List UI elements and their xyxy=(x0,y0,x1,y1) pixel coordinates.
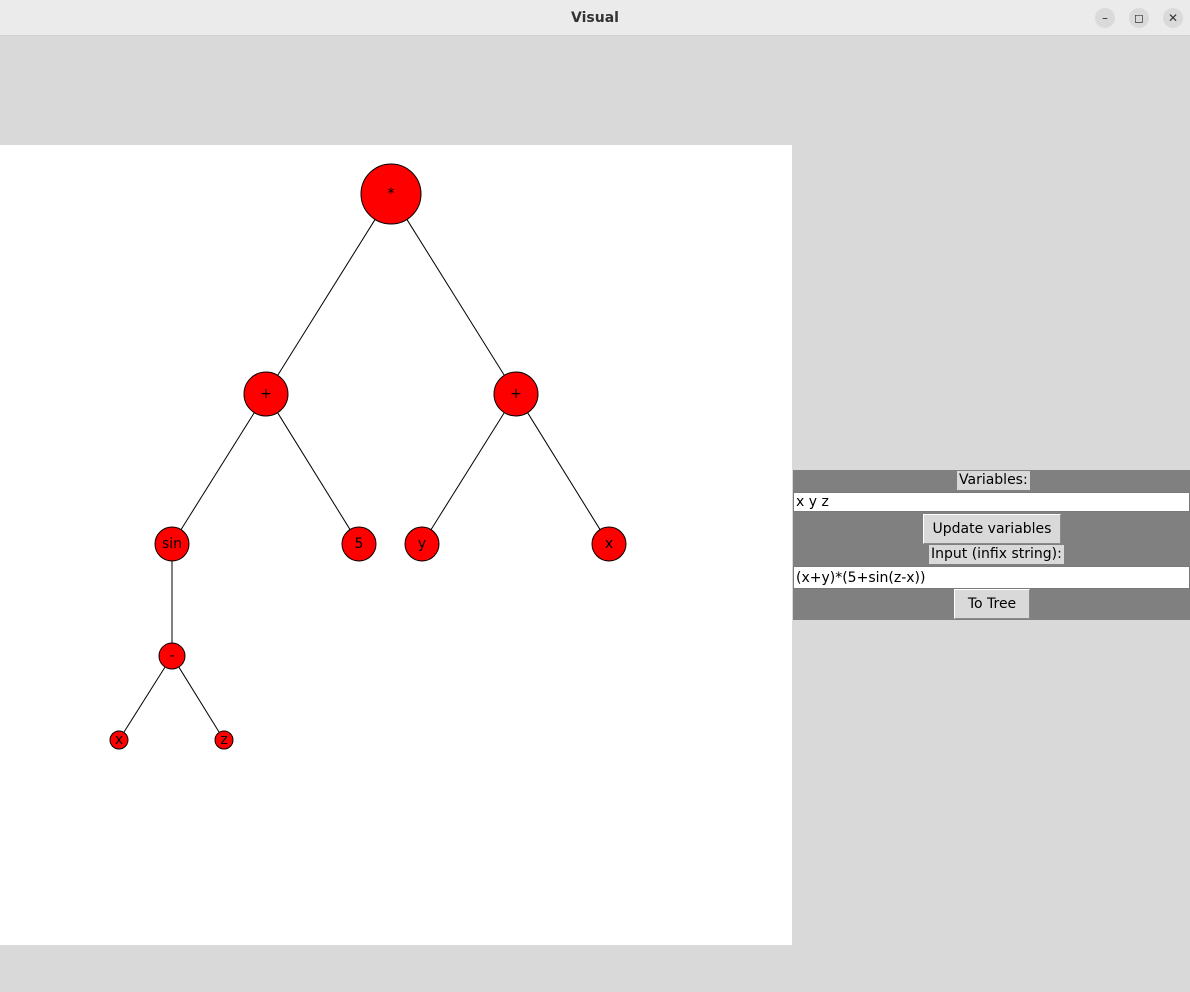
tree-node-label: z xyxy=(220,732,227,748)
infix-input[interactable] xyxy=(793,566,1190,589)
tree-node-label: 5 xyxy=(355,536,364,552)
tree-node-label: sin xyxy=(162,536,182,552)
close-icon[interactable]: ✕ xyxy=(1163,8,1183,28)
tree-node: 5 xyxy=(341,526,377,562)
tree-node-label: + xyxy=(510,386,522,402)
tree-node: x xyxy=(109,730,129,750)
tree-node: z xyxy=(214,730,234,750)
tree-node: x xyxy=(591,526,627,562)
tree-edge xyxy=(178,666,220,733)
tree-edge xyxy=(527,412,601,530)
tree-node-label: + xyxy=(260,386,272,402)
tree-node-label: y xyxy=(418,536,426,552)
tree-edge xyxy=(277,219,376,376)
tree-node: - xyxy=(158,642,186,670)
expression-tree: * + + sin 5 y x - x z xyxy=(109,163,627,750)
variables-label: Variables: xyxy=(957,471,1030,490)
control-panel: Variables: Update variables Input (infix… xyxy=(793,470,1190,620)
tree-node: + xyxy=(243,371,289,417)
tree-node: sin xyxy=(154,526,190,562)
tree-node: y xyxy=(404,526,440,562)
tree-edge xyxy=(123,666,166,733)
tree-canvas: * + + sin 5 y x - x z xyxy=(0,145,792,945)
tree-node-label: x xyxy=(605,536,613,552)
tree-edge xyxy=(180,412,255,530)
tree-node-label: * xyxy=(388,186,395,202)
tree-edge xyxy=(277,412,351,530)
maximize-icon[interactable]: ◻ xyxy=(1129,8,1149,28)
update-variables-button[interactable]: Update variables xyxy=(923,514,1061,544)
window-title: Visual xyxy=(571,10,619,26)
tree-node-label: - xyxy=(169,648,174,664)
minimize-icon[interactable]: – xyxy=(1095,8,1115,28)
tree-node: * xyxy=(360,163,422,225)
to-tree-button[interactable]: To Tree xyxy=(954,589,1030,619)
tree-node-label: x xyxy=(115,732,123,748)
tree-edge xyxy=(406,219,505,376)
tree-node: + xyxy=(493,371,539,417)
tree-edge xyxy=(430,412,505,530)
title-bar: Visual – ◻ ✕ xyxy=(0,0,1190,36)
input-label: Input (infix string): xyxy=(929,545,1064,564)
variables-input[interactable] xyxy=(793,492,1190,512)
